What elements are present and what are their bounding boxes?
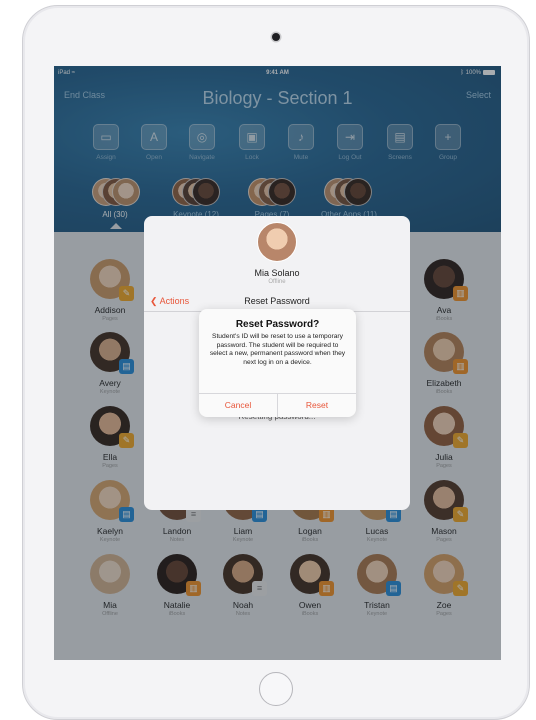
sheet-title: Reset Password bbox=[244, 296, 310, 306]
reset-password-alert: Reset Password? Student's ID will be res… bbox=[199, 309, 356, 417]
screen: iPad ≈ 9:41 AM ᛒ 100% End Class Biology … bbox=[54, 66, 501, 660]
student-avatar bbox=[257, 222, 297, 262]
alert-title: Reset Password? bbox=[235, 319, 320, 330]
alert-message: Student's ID will be reset to use a temp… bbox=[209, 333, 346, 367]
cancel-button[interactable]: Cancel bbox=[199, 393, 277, 417]
student-status: Offline bbox=[268, 279, 286, 285]
front-camera bbox=[272, 33, 280, 41]
student-name: Mia Solano bbox=[254, 268, 300, 278]
home-button[interactable] bbox=[259, 672, 293, 706]
reset-button[interactable]: Reset bbox=[278, 393, 356, 417]
